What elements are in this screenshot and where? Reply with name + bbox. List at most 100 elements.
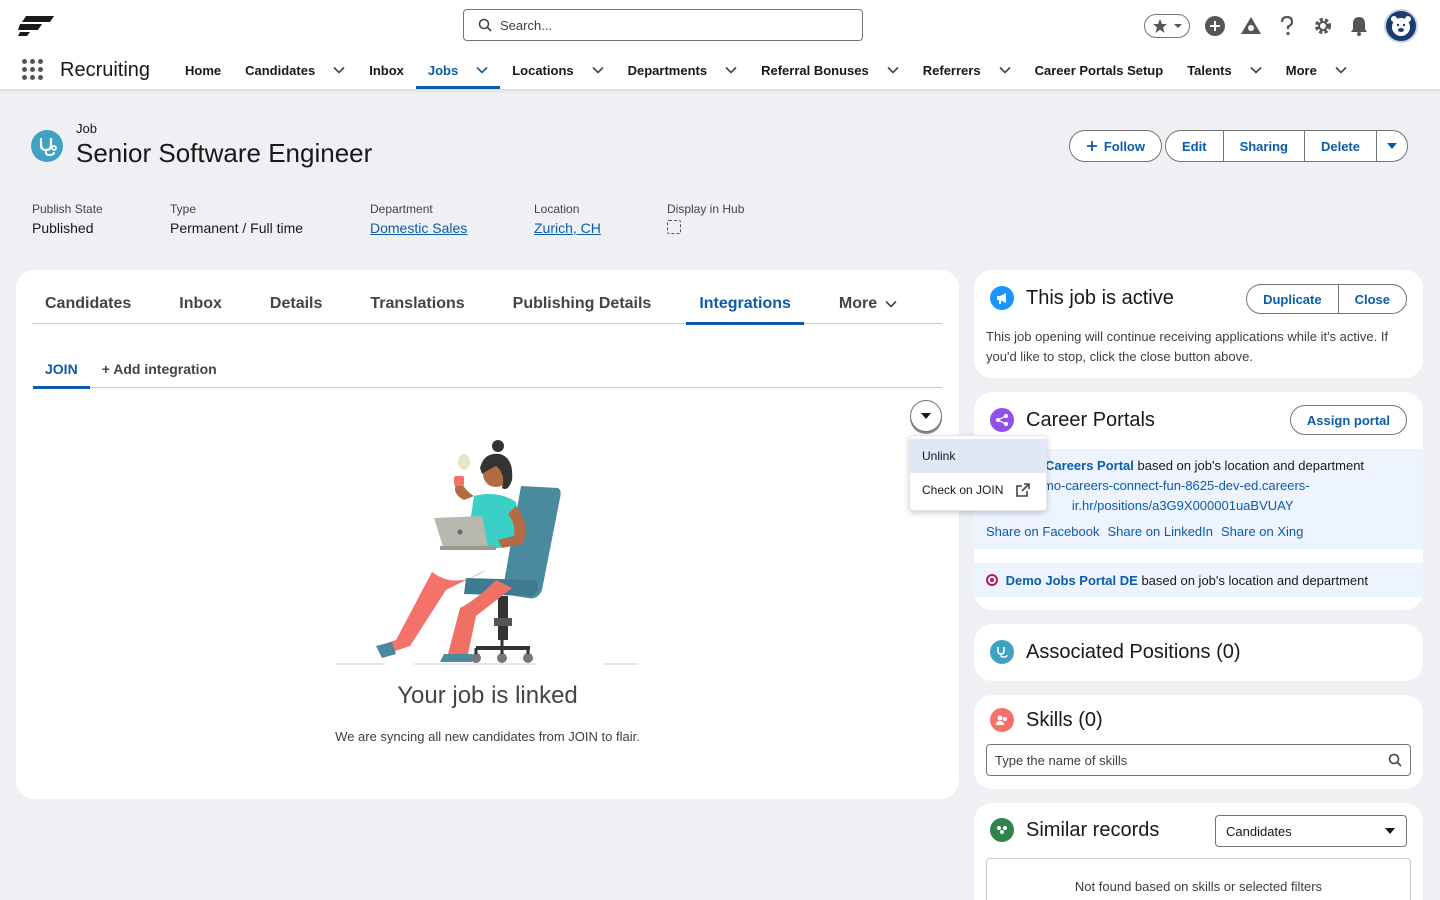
- assign-portal-button[interactable]: Assign portal: [1289, 405, 1407, 435]
- plus-icon: [1086, 141, 1097, 151]
- field-value: Published: [32, 220, 94, 236]
- similar-records-icon: [990, 818, 1014, 842]
- nav-item-label: Career Portals Setup: [1034, 62, 1164, 78]
- add-icon[interactable]: [1204, 15, 1226, 37]
- department-link[interactable]: Domestic Sales: [370, 220, 534, 236]
- portal-name-link[interactable]: Careers Portal: [1045, 458, 1134, 473]
- global-header: Search...: [0, 0, 1440, 50]
- global-search-input[interactable]: Search...: [463, 9, 863, 41]
- nav-item-referral-bonuses[interactable]: Referral Bonuses: [749, 50, 911, 90]
- tab-label: Publishing Details: [512, 295, 652, 312]
- nav-item-career-portals-setup[interactable]: Career Portals Setup: [1023, 50, 1176, 90]
- delete-button[interactable]: Delete: [1303, 130, 1377, 162]
- job-active-card: This job is active Duplicate Close This …: [974, 270, 1423, 378]
- chevron-down-icon: [885, 300, 897, 308]
- tab-integrations[interactable]: Integrations: [686, 284, 804, 325]
- tab-label: Integrations: [699, 295, 791, 312]
- similar-records-card: Similar records Candidates Not found bas…: [974, 803, 1423, 900]
- nav-item-label: More: [1285, 62, 1317, 78]
- unlink-menu-item[interactable]: Unlink: [910, 439, 1046, 473]
- favorites-button[interactable]: [1144, 14, 1190, 38]
- field-label: Type: [170, 202, 197, 216]
- nav-item-label: Talents: [1187, 62, 1232, 78]
- subtab-join[interactable]: JOIN: [33, 350, 90, 389]
- notifications-bell-icon[interactable]: [1348, 15, 1370, 37]
- similar-type-select[interactable]: Candidates: [1215, 815, 1407, 847]
- search-icon: [478, 18, 492, 32]
- tab-label: Translations: [370, 295, 465, 312]
- tab-publishing-details[interactable]: Publishing Details: [500, 284, 665, 324]
- tab-candidates[interactable]: Candidates: [32, 284, 144, 324]
- tab-details[interactable]: Details: [257, 284, 335, 324]
- chevron-down-icon: [333, 66, 345, 74]
- nav-item-referrers[interactable]: Referrers: [911, 50, 1023, 90]
- card-title[interactable]: Associated Positions (0): [1026, 641, 1241, 664]
- nav-item-locations[interactable]: Locations: [500, 50, 615, 90]
- linked-title: Your job is linked: [397, 682, 578, 709]
- record-tabs: Candidates Inbox Details Translations Publis…: [32, 284, 942, 325]
- star-icon: [1152, 19, 1167, 33]
- portal-url-link[interactable]: mo-careers-connect-fun-8625-dev-ed.caree…: [1043, 476, 1363, 516]
- header-tools: [1144, 9, 1418, 43]
- nav-item-inbox[interactable]: Inbox: [357, 50, 416, 90]
- unlink-label: Unlink: [922, 449, 956, 463]
- trailhead-icon[interactable]: [1240, 15, 1262, 37]
- nav-item-departments[interactable]: Departments: [616, 50, 749, 90]
- card-header: Career Portals: [990, 408, 1155, 432]
- nav-item-label: Referral Bonuses: [761, 62, 869, 78]
- tab-inbox[interactable]: Inbox: [166, 284, 235, 324]
- card-header: This job is active: [990, 286, 1174, 310]
- share-xing-link[interactable]: Share on Xing: [1221, 524, 1303, 539]
- nav-item-talents[interactable]: Talents: [1175, 50, 1274, 90]
- associated-positions-card: Associated Positions (0): [974, 624, 1423, 681]
- card-header: Similar records: [990, 818, 1159, 842]
- sharing-button[interactable]: Sharing: [1222, 130, 1305, 162]
- help-icon[interactable]: [1276, 15, 1298, 37]
- flair-logo-icon[interactable]: [18, 14, 54, 36]
- card-header: Associated Positions (0): [990, 640, 1241, 664]
- nav-item-home[interactable]: Home: [173, 50, 233, 90]
- chevron-down-icon: [1335, 66, 1347, 74]
- check-on-join-menu-item[interactable]: Check on JOIN: [910, 473, 1046, 507]
- nav-item-label: Referrers: [922, 62, 981, 78]
- duplicate-button[interactable]: Duplicate: [1246, 284, 1339, 314]
- field-location: Location Zurich, CH: [534, 202, 667, 236]
- share-facebook-link[interactable]: Share on Facebook: [986, 524, 1099, 539]
- add-integration-link[interactable]: + Add integration: [90, 350, 229, 388]
- portal-item: Demo Jobs Portal DE based on job's locat…: [974, 563, 1423, 597]
- portal-line: Demo Jobs Portal DE based on job's locat…: [986, 573, 1368, 588]
- edit-button[interactable]: Edit: [1165, 130, 1224, 162]
- chevron-down-icon: [921, 413, 931, 419]
- card-title: This job is active: [1026, 286, 1174, 309]
- share-linkedin-link[interactable]: Share on LinkedIn: [1107, 524, 1213, 539]
- integration-menu-button[interactable]: [910, 400, 942, 432]
- chevron-down-icon: [999, 66, 1011, 74]
- tab-label: Inbox: [179, 295, 222, 312]
- similar-empty-state: Not found based on skills or selected fi…: [986, 858, 1411, 900]
- active-description: This job opening will continue receiving…: [986, 329, 1389, 364]
- location-link[interactable]: Zurich, CH: [534, 220, 667, 236]
- nav-item-candidates[interactable]: Candidates: [233, 50, 357, 90]
- nav-item-label: Candidates: [245, 62, 316, 78]
- portal-name-link[interactable]: Demo Jobs Portal DE: [1006, 573, 1138, 588]
- field-label: Display in Hub: [667, 202, 745, 216]
- gear-icon[interactable]: [1312, 15, 1334, 37]
- nav-item-jobs[interactable]: Jobs: [415, 50, 501, 90]
- close-button[interactable]: Close: [1337, 284, 1407, 314]
- tab-translations[interactable]: Translations: [357, 284, 477, 324]
- portal-target-icon: [986, 574, 998, 586]
- tab-more[interactable]: More: [826, 284, 910, 324]
- skills-search-input[interactable]: Type the name of skills: [986, 744, 1411, 776]
- follow-button[interactable]: Follow: [1068, 130, 1162, 162]
- field-display-in-hub: Display in Hub: [667, 202, 787, 236]
- tab-label: More: [838, 295, 878, 312]
- megaphone-icon: [990, 286, 1014, 310]
- app-launcher-icon[interactable]: [22, 59, 44, 81]
- app-navigation-bar: Recruiting Home Candidates Inbox Jobs Locati…: [0, 50, 1440, 90]
- nav-items: Home Candidates Inbox Jobs Locations Departme…: [173, 50, 1359, 90]
- nav-item-more[interactable]: More: [1274, 50, 1359, 90]
- follow-label: Follow: [1103, 138, 1145, 154]
- more-actions-button[interactable]: [1376, 130, 1408, 162]
- chevron-down-icon: [1385, 828, 1395, 834]
- user-avatar[interactable]: [1384, 9, 1418, 43]
